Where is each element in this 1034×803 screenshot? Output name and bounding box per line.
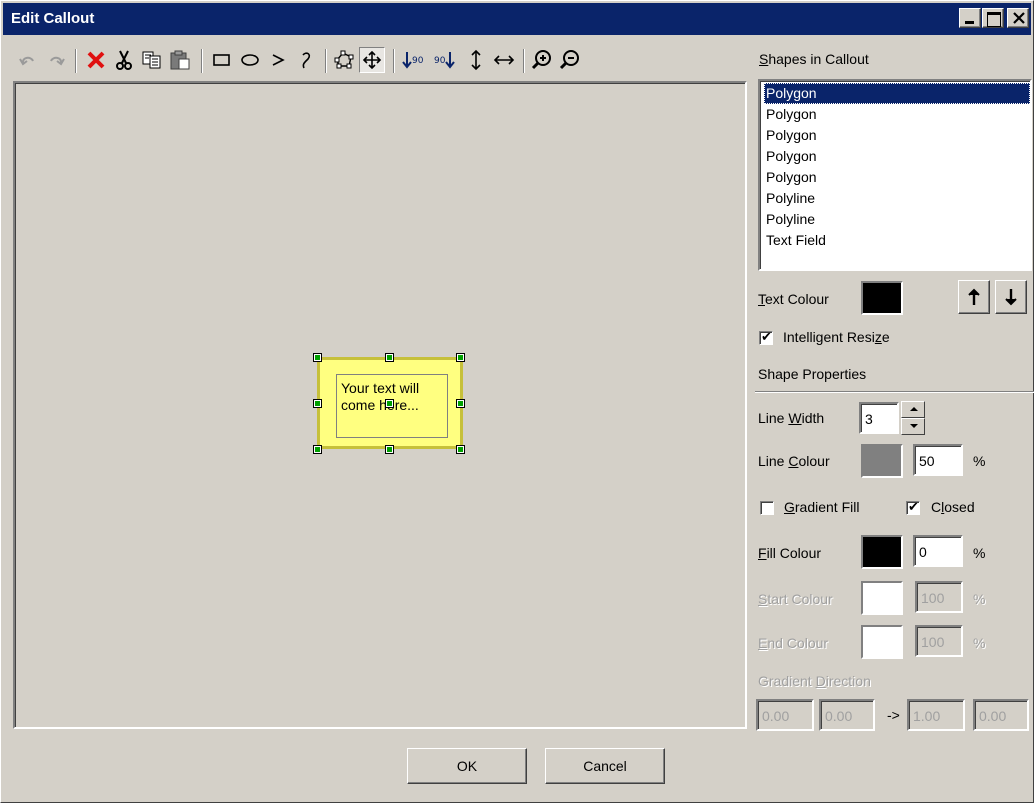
resize-handle[interactable] (456, 445, 465, 454)
paste-icon[interactable] (167, 47, 193, 73)
percent-label: % (973, 635, 986, 651)
resize-handle[interactable] (456, 399, 465, 408)
rotate-right-90-icon[interactable]: 90 (431, 47, 457, 73)
shape-properties-header: Shape Properties (758, 366, 867, 382)
ellipse-tool-icon[interactable] (237, 47, 263, 73)
curve-tool-icon[interactable] (293, 47, 319, 73)
list-item[interactable]: Polygon (764, 125, 1030, 146)
callout-canvas[interactable]: Your text will come here... (13, 81, 747, 729)
close-button[interactable] (1007, 8, 1029, 28)
rectangle-tool-icon[interactable] (209, 47, 235, 73)
shapes-list[interactable]: Polygon Polygon Polygon Polygon Polygon Polyl… (758, 79, 1032, 271)
text-colour-label: Text Colour (758, 291, 829, 307)
line-colour-percent-input[interactable]: 50 (913, 444, 963, 476)
start-colour-label: Start Colour (758, 591, 833, 607)
zoom-in-icon[interactable] (529, 47, 555, 73)
line-width-label: Line Width (758, 410, 825, 426)
delete-icon[interactable] (83, 47, 109, 73)
resize-handle[interactable] (385, 445, 394, 454)
list-item[interactable]: Polygon (764, 146, 1030, 167)
flip-vertical-icon[interactable] (463, 47, 489, 73)
svg-text:90: 90 (412, 56, 424, 66)
gradient-arrow: -> (887, 707, 900, 723)
zoom-out-icon[interactable] (557, 47, 583, 73)
closed-label: Closed (931, 499, 975, 515)
text-colour-swatch[interactable] (861, 281, 903, 315)
arrow-down-icon (1005, 289, 1017, 306)
resize-handle[interactable] (385, 399, 394, 408)
end-colour-label: End Colour (758, 635, 829, 651)
move-shape-down-button[interactable] (995, 280, 1027, 314)
gradient-start-y-input[interactable]: 0.00 (819, 699, 875, 731)
toolbar: 90 90 (15, 43, 745, 79)
list-item[interactable]: Polyline (764, 209, 1030, 230)
gradient-start-x-input[interactable]: 0.00 (756, 699, 814, 731)
window-title: Edit Callout (11, 10, 95, 27)
fill-colour-percent-input[interactable]: 0 (913, 535, 963, 567)
ok-button[interactable]: OK (407, 748, 527, 784)
divider (755, 391, 1034, 393)
percent-label: % (973, 591, 986, 607)
line-width-input[interactable]: 3 (859, 402, 899, 434)
list-item[interactable]: Polyline (764, 188, 1030, 209)
gradient-end-x-input[interactable]: 1.00 (907, 699, 965, 731)
edit-points-icon[interactable] (331, 47, 357, 73)
line-width-spinner[interactable] (901, 401, 925, 435)
percent-label: % (973, 453, 986, 469)
rotate-left-90-icon[interactable]: 90 (401, 47, 427, 73)
maximize-button[interactable] (982, 8, 1004, 28)
start-colour-swatch[interactable] (861, 581, 903, 615)
resize-handle[interactable] (385, 353, 394, 362)
resize-handle[interactable] (313, 399, 322, 408)
line-colour-swatch[interactable] (861, 444, 903, 478)
polyline-tool-icon[interactable] (265, 47, 291, 73)
line-colour-label: Line Colour (758, 453, 830, 469)
start-colour-percent-input[interactable]: 100 (915, 581, 963, 613)
close-icon (1013, 12, 1025, 24)
end-colour-percent-input[interactable]: 100 (915, 625, 963, 657)
end-colour-swatch[interactable] (861, 625, 903, 659)
resize-handle[interactable] (456, 353, 465, 362)
gradient-end-y-input[interactable]: 0.00 (973, 699, 1029, 731)
title-bar[interactable]: Edit Callout (3, 3, 1031, 35)
cancel-button[interactable]: Cancel (545, 748, 665, 784)
gradient-direction-label: Gradient Direction (758, 673, 871, 689)
copy-icon[interactable] (139, 47, 165, 73)
minimize-button[interactable] (959, 8, 981, 28)
list-item[interactable]: Polygon (764, 104, 1030, 125)
flip-horizontal-icon[interactable] (491, 47, 517, 73)
cut-icon[interactable] (111, 47, 137, 73)
callout-text: Your text will come here... (341, 380, 420, 413)
spin-down-button[interactable] (901, 418, 925, 435)
move-shape-up-button[interactable] (958, 280, 990, 314)
intelligent-resize-label: Intelligent Resize (783, 329, 890, 345)
resize-handle[interactable] (313, 445, 322, 454)
move-icon[interactable] (359, 47, 385, 73)
resize-handle[interactable] (313, 353, 322, 362)
list-item[interactable]: Polygon (764, 83, 1030, 104)
gradient-fill-label: Gradient Fill (784, 499, 860, 515)
intelligent-resize-checkbox[interactable] (759, 329, 773, 345)
edit-callout-window: Edit Callout 90 90 Your text will come h… (0, 0, 1034, 803)
fill-colour-swatch[interactable] (861, 535, 903, 569)
spin-up-button[interactable] (901, 401, 925, 418)
percent-label: % (973, 545, 986, 561)
undo-icon[interactable] (15, 47, 41, 73)
shapes-in-callout-label: Shapes in Callout (759, 51, 869, 67)
redo-icon[interactable] (43, 47, 69, 73)
arrow-up-icon (968, 288, 980, 305)
fill-colour-label: Fill Colour (758, 545, 822, 561)
list-item[interactable]: Polygon (764, 167, 1030, 188)
svg-text:90: 90 (434, 56, 446, 66)
gradient-fill-checkbox[interactable] (760, 501, 774, 515)
list-item[interactable]: Text Field (764, 230, 1030, 251)
closed-checkbox[interactable] (906, 499, 920, 515)
